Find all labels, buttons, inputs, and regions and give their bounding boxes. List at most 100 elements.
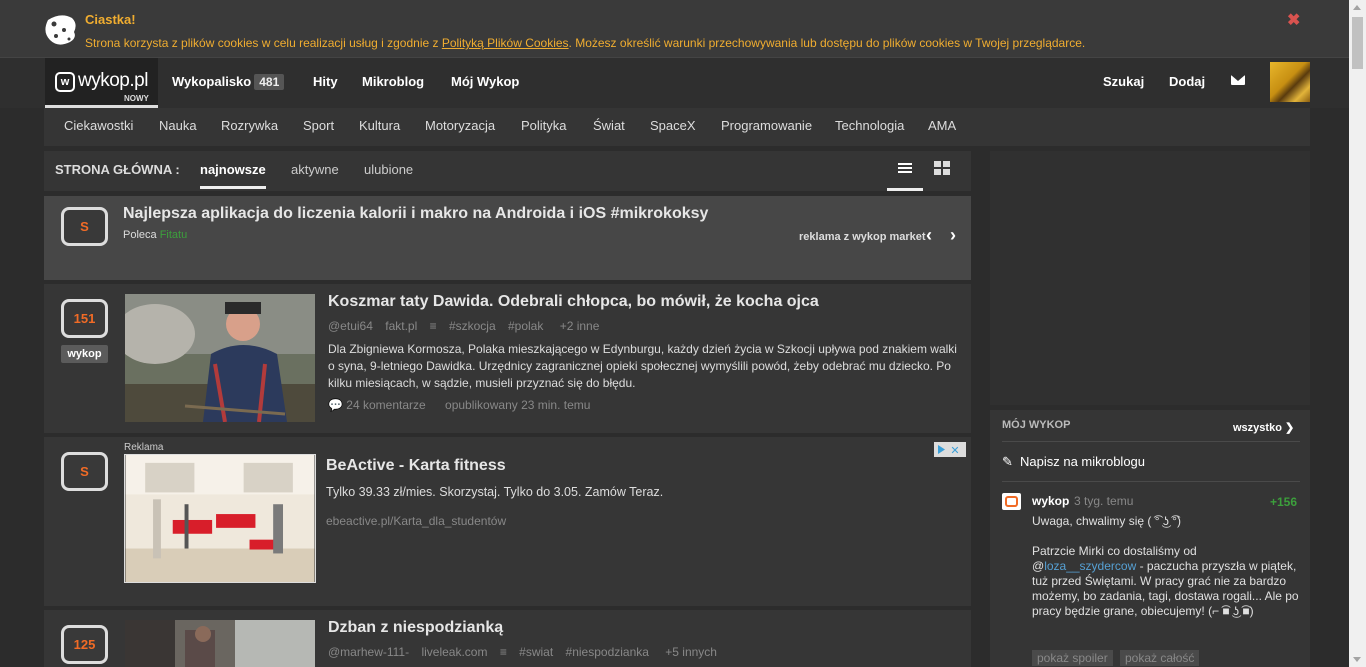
chevron-left-icon[interactable]: ‹ bbox=[926, 225, 932, 246]
category-kultura[interactable]: Kultura bbox=[359, 118, 400, 133]
nav-add[interactable]: Dodaj bbox=[1169, 74, 1205, 89]
post-body: Uwaga, chwalimy się ( ͡° ͜ʖ ͡°) Patrzcie… bbox=[1032, 514, 1300, 619]
tab-aktywne[interactable]: aktywne bbox=[291, 162, 339, 177]
adchoices-icon[interactable]: ✕ bbox=[934, 442, 966, 457]
entry-thumbnail[interactable] bbox=[125, 294, 315, 422]
entry-author[interactable]: @marhew-111- bbox=[328, 645, 409, 659]
vote-count[interactable]: S bbox=[61, 207, 108, 246]
chevron-right-icon[interactable]: › bbox=[950, 225, 956, 246]
grid-view-icon[interactable] bbox=[934, 161, 950, 175]
scrollbar-thumb[interactable] bbox=[1352, 17, 1363, 69]
show-spoiler-button[interactable]: pokaż spoiler bbox=[1032, 650, 1113, 666]
entry-meta: @marhew-111- liveleak.com ≡ #swiat #nies… bbox=[328, 645, 726, 659]
scrollbar[interactable] bbox=[1349, 0, 1366, 667]
tab-najnowsze[interactable]: najnowsze bbox=[200, 162, 266, 189]
cookie-icon bbox=[45, 15, 76, 45]
my-wykop-panel: MÓJ WYKOP wszystko ❯ ✎ Napisz na mikrobl… bbox=[990, 410, 1310, 667]
ad-thumbnail[interactable] bbox=[124, 454, 316, 583]
category-nauka[interactable]: Nauka bbox=[159, 118, 197, 133]
category-programowanie[interactable]: Programowanie bbox=[721, 118, 812, 133]
comments-link[interactable]: 24 komentarze bbox=[346, 398, 425, 412]
tag[interactable]: #szkocja bbox=[449, 319, 496, 333]
sidebar-ad-slot bbox=[990, 151, 1310, 405]
nav-moj-wykop[interactable]: Mój Wykop bbox=[451, 74, 519, 89]
list-view-icon[interactable] bbox=[887, 151, 923, 191]
promo-title[interactable]: Najlepsza aplikacja do liczenia kalorii … bbox=[123, 205, 708, 223]
promo-entry: S Najlepsza aplikacja do liczenia kalori… bbox=[44, 196, 971, 280]
cookie-policy-link[interactable]: Polityką Plików Cookies bbox=[442, 36, 569, 50]
promo-recommended: Poleca Fitatu bbox=[123, 229, 187, 241]
pencil-icon: ✎ bbox=[1002, 454, 1013, 469]
vote-count[interactable]: 125 bbox=[61, 625, 108, 664]
entry-domain[interactable]: liveleak.com bbox=[421, 645, 487, 659]
vote-count[interactable]: S bbox=[61, 452, 108, 491]
post-score[interactable]: +156 bbox=[1270, 495, 1297, 509]
cookie-text-before: Strona korzysta z plików cookies w celu … bbox=[85, 36, 442, 50]
mention-link[interactable]: loza__szydercow bbox=[1044, 559, 1136, 573]
ad-url[interactable]: ebeactive.pl/Karta_dla_studentów bbox=[326, 514, 506, 528]
category-motoryzacja[interactable]: Motoryzacja bbox=[425, 118, 495, 133]
category-polityka[interactable]: Polityka bbox=[521, 118, 567, 133]
filter-dropdown[interactable]: wszystko ❯ bbox=[1233, 421, 1294, 434]
tag[interactable]: #niespodzianka bbox=[566, 645, 649, 659]
category-technologia[interactable]: Technologia bbox=[835, 118, 904, 133]
entry-domain[interactable]: fakt.pl bbox=[385, 319, 417, 333]
show-all-button[interactable]: pokaż całość bbox=[1120, 650, 1200, 666]
published-time: opublikowany 23 min. temu bbox=[445, 398, 591, 412]
entry-author[interactable]: @etui64 bbox=[328, 319, 373, 333]
page-title: STRONA GŁÓWNA : bbox=[55, 162, 180, 177]
category-bar: Ciekawostki Nauka Rozrywka Sport Kultura… bbox=[44, 108, 1310, 146]
scroll-up-icon[interactable] bbox=[1353, 5, 1361, 10]
chevron-down-icon: ❯ bbox=[1284, 422, 1295, 434]
category-spacex[interactable]: SpaceX bbox=[650, 118, 696, 133]
category-ama[interactable]: AMA bbox=[928, 118, 956, 133]
wykop-avatar-icon[interactable] bbox=[1002, 493, 1021, 510]
category-sport[interactable]: Sport bbox=[303, 118, 334, 133]
divider bbox=[1002, 441, 1300, 442]
ad-tag: Reklama bbox=[124, 442, 164, 453]
envelope-icon[interactable] bbox=[1231, 75, 1245, 85]
entry-meta: @etui64 fakt.pl ≡ #szkocja #polak +2 inn… bbox=[328, 319, 608, 333]
category-rozrywka[interactable]: Rozrywka bbox=[221, 118, 278, 133]
wykop-button[interactable]: wykop bbox=[61, 345, 108, 363]
nav-search[interactable]: Szukaj bbox=[1103, 74, 1144, 89]
tag[interactable]: #polak bbox=[508, 319, 543, 333]
nav-wykopalisko-label: Wykopalisko bbox=[172, 74, 252, 89]
cookie-text: Strona korzysta z plików cookies w celu … bbox=[85, 36, 1085, 50]
nav-hity[interactable]: Hity bbox=[313, 74, 338, 89]
count-badge: 481 bbox=[254, 74, 285, 90]
avatar[interactable] bbox=[1270, 62, 1310, 102]
nav-mikroblog[interactable]: Mikroblog bbox=[362, 74, 424, 89]
divider bbox=[1002, 481, 1300, 482]
scroll-down-icon[interactable] bbox=[1353, 657, 1361, 662]
entry-thumbnail[interactable] bbox=[125, 620, 315, 667]
category-ciekawostki[interactable]: Ciekawostki bbox=[64, 118, 133, 133]
more-tags[interactable]: +2 inne bbox=[560, 319, 600, 333]
wykop-logo-icon: w bbox=[55, 72, 75, 92]
category-swiat[interactable]: Świat bbox=[593, 118, 625, 133]
tabs-bar: STRONA GŁÓWNA : najnowsze aktywne ulubio… bbox=[44, 151, 971, 191]
write-microblog-link[interactable]: Napisz na mikroblogu bbox=[1020, 454, 1145, 469]
post-author[interactable]: wykop bbox=[1032, 494, 1069, 508]
list-item: 125 Dzban z niespodzianką @marhew-111- l… bbox=[44, 610, 971, 667]
logo[interactable]: w wykop.pl NOWY bbox=[45, 58, 158, 108]
logo-sub: NOWY bbox=[124, 94, 149, 103]
ad-label: reklama z wykop market bbox=[799, 231, 926, 243]
nav-wykopalisko[interactable]: Wykopalisko 481 bbox=[172, 74, 285, 90]
tab-ulubione[interactable]: ulubione bbox=[364, 162, 413, 177]
vote-count[interactable]: 151 bbox=[61, 299, 108, 338]
list-item: 151 wykop Koszmar taty Dawida. Odebrali … bbox=[44, 284, 971, 433]
tag[interactable]: #swiat bbox=[519, 645, 553, 659]
cookie-title: Ciastka! bbox=[85, 12, 136, 27]
close-icon[interactable]: ✖ bbox=[1287, 10, 1300, 30]
ad-description: Tylko 39.33 zł/mies. Skorzystaj. Tylko d… bbox=[326, 485, 664, 499]
more-tags[interactable]: +5 innych bbox=[665, 645, 717, 659]
entry-title[interactable]: Dzban z niespodzianką bbox=[328, 619, 503, 637]
recommended-label: Poleca bbox=[123, 229, 157, 241]
ad-title[interactable]: BeActive - Karta fitness bbox=[326, 457, 506, 475]
recommended-by[interactable]: Fitatu bbox=[160, 229, 188, 241]
logo-text: wykop.pl bbox=[78, 70, 148, 91]
cookie-text-after: . Możesz określić warunki przechowywania… bbox=[568, 36, 1086, 50]
entry-title[interactable]: Koszmar taty Dawida. Odebrali chłopca, b… bbox=[328, 293, 819, 311]
panel-title: MÓJ WYKOP bbox=[1002, 419, 1071, 431]
